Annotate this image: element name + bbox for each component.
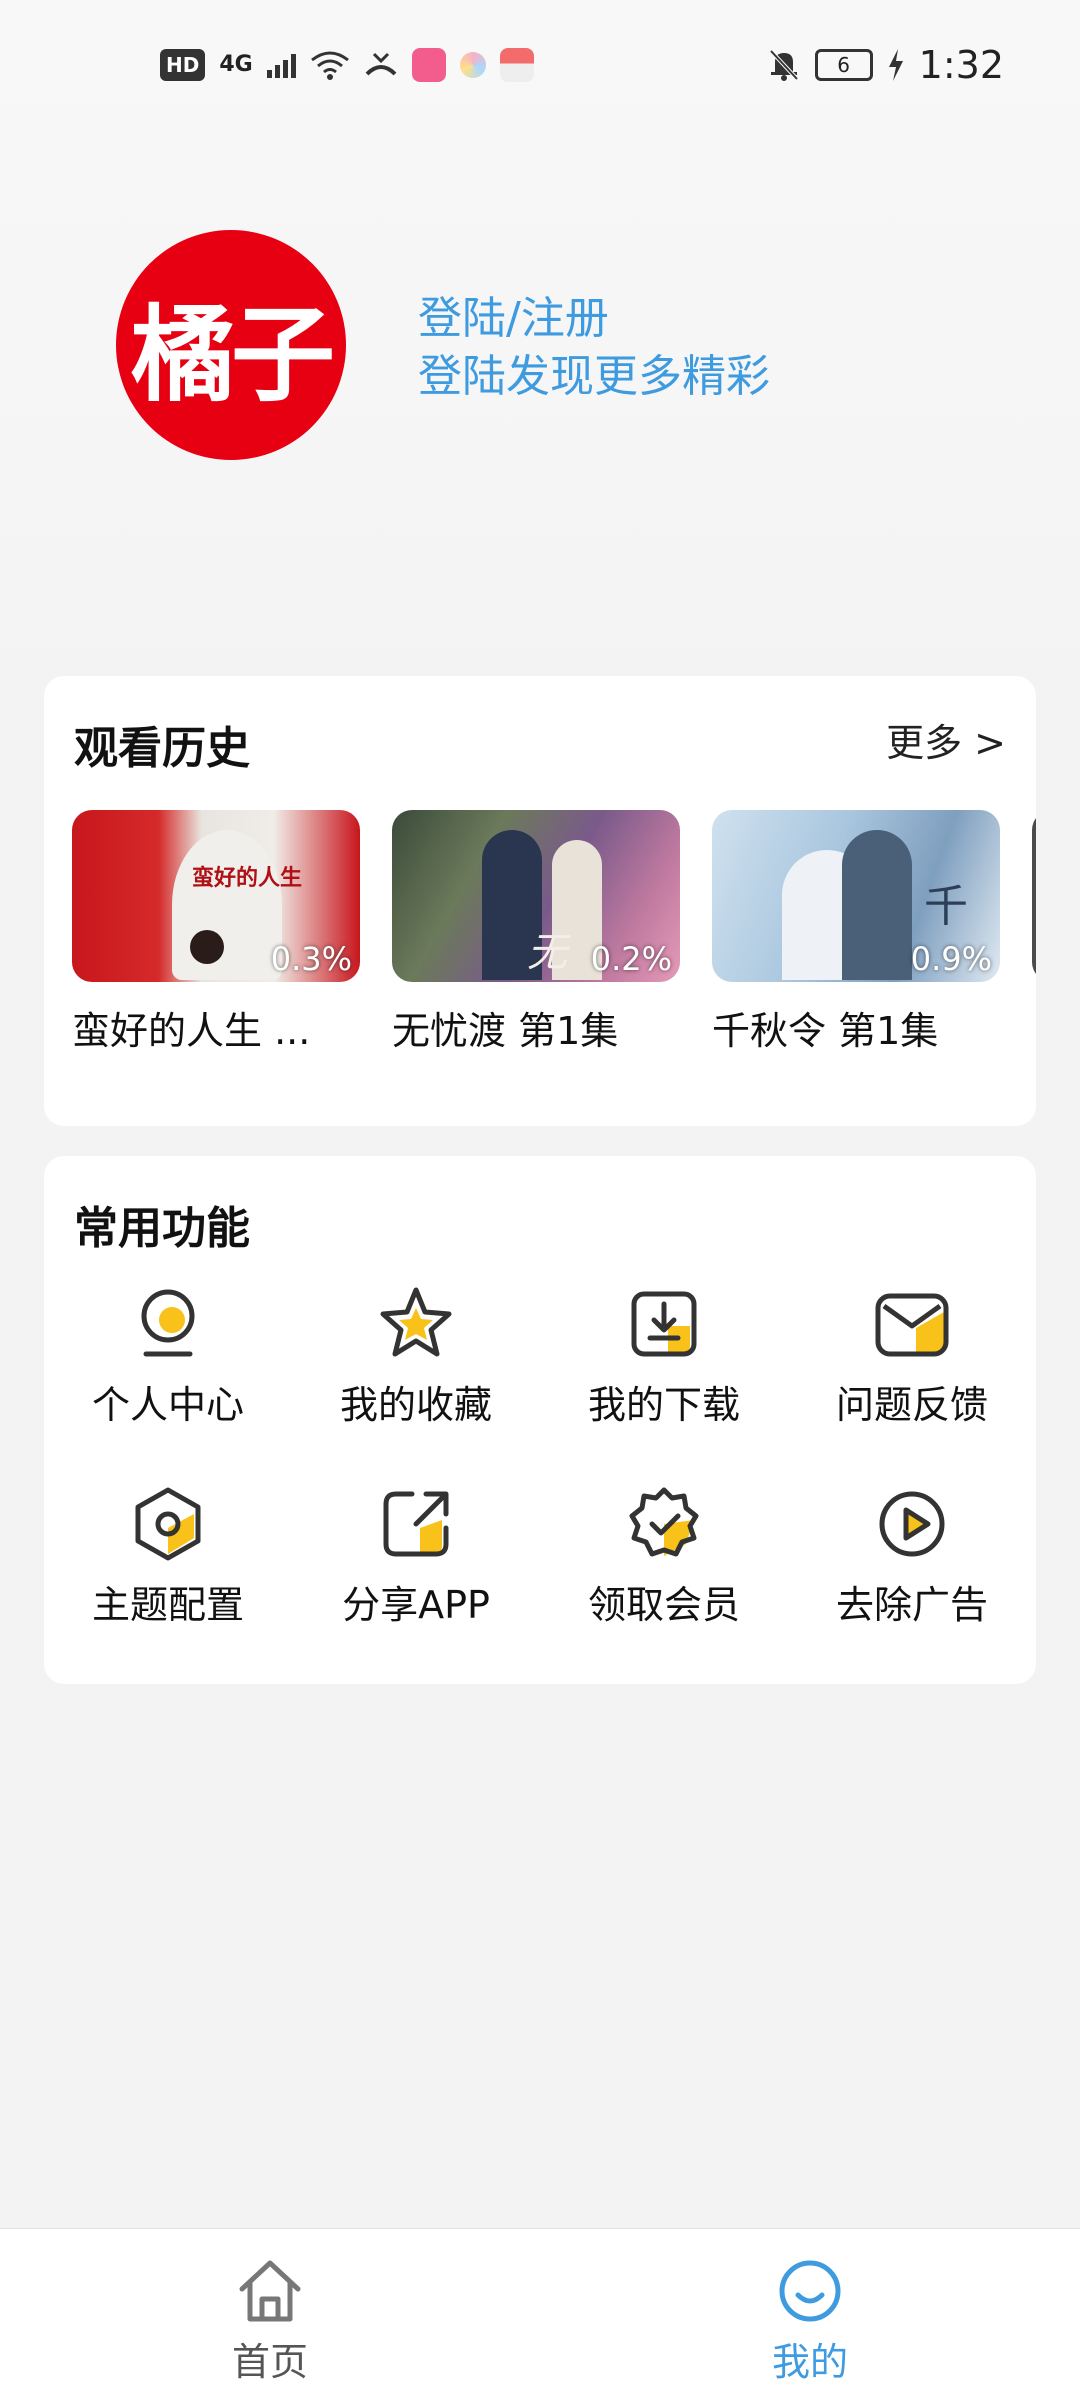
function-label: 问题反馈 [835,1383,988,1427]
login-hint-text: 登陆发现更多精彩 [418,351,770,402]
mail-icon [875,1293,949,1357]
history-title: 以 [1032,1000,1036,1055]
history-item[interactable]: 无 0.2% 无忧渡 第1集 [392,810,680,1070]
login-link[interactable]: 登陆/注册 登陆发现更多精彩 [418,290,770,406]
function-favorites[interactable]: 我的收藏 [292,1284,540,1432]
history-item[interactable]: 蛮好的人生 0.3% 蛮好的人生 ... [72,810,360,1070]
share-icon [383,1491,449,1557]
function-label: 我的下载 [587,1383,740,1427]
smile-icon [779,2260,841,2322]
home-icon [239,2260,301,2322]
nav-item-home[interactable]: 首页 [0,2229,540,2400]
status-bar-left: HD 4G [160,48,534,82]
function-share-app[interactable]: 分享APP [292,1484,540,1632]
watch-history-card: 观看历史 更多 > 蛮好的人生 0.3% 蛮好的人生 ... 无 0.2% 无忧… [44,676,1036,1126]
star-icon [380,1287,452,1357]
nav-label: 首页 [231,2340,308,2384]
hd-icon: HD [160,49,206,81]
history-progress: 0.3% [270,940,352,978]
app-logo[interactable]: 橘子 [116,230,346,460]
download-icon [631,1291,697,1357]
box-app-icon [499,48,534,82]
history-title: 蛮好的人生 ... [72,1009,311,1053]
function-label: 去除广告 [835,1583,988,1627]
network-type-label: 4G [219,52,253,77]
history-title: 无忧渡 第1集 [392,1009,619,1053]
status-bar: HD 4G 6 1:32 [0,0,1080,130]
app-logo-text: 橘子 [130,293,335,416]
bottom-navigation: 首页 我的 [0,2228,1080,2400]
function-label: 我的收藏 [339,1383,492,1427]
watch-history-title: 观看历史 [74,723,250,774]
common-functions-title: 常用功能 [74,1203,250,1254]
clock: 1:32 [918,43,1004,87]
wifi-icon [310,51,349,80]
function-user-center[interactable]: 个人中心 [44,1284,292,1432]
function-label: 主题配置 [91,1583,244,1627]
screen: HD 4G 6 1:32 橘子 登陆/注册 登陆发现更多精彩 观看历史 更多 >… [0,0,1080,2400]
play-circle-icon [879,1491,945,1557]
function-theme[interactable]: 主题配置 [44,1484,292,1632]
history-thumbnail[interactable]: 蛮好的人生 0.3% [72,810,360,982]
more-history-link[interactable]: 更多 > [886,712,1006,767]
history-thumbnail[interactable] [1032,810,1036,982]
history-title: 千秋令 第1集 [712,1009,939,1053]
colorful-app-icon [459,52,486,78]
function-label: 领取会员 [587,1583,740,1627]
function-get-membership[interactable]: 领取会员 [540,1484,788,1632]
history-list[interactable]: 蛮好的人生 0.3% 蛮好的人生 ... 无 0.2% 无忧渡 第1集 千 0.… [72,810,1036,1070]
history-item[interactable]: 以 [1032,810,1036,1070]
history-progress: 0.2% [590,940,672,978]
charging-icon [888,49,903,81]
missed-call-icon [365,52,397,76]
nav-item-mine[interactable]: 我的 [540,2229,1080,2400]
battery-level: 6 [837,53,851,77]
function-label: 分享APP [342,1583,490,1627]
mute-bell-icon [769,49,799,81]
login-register-text: 登陆/注册 [418,293,609,344]
user-center-icon [141,1289,195,1357]
history-thumbnail[interactable]: 无 0.2% [392,810,680,982]
signal-icon [266,52,296,78]
history-thumbnail[interactable]: 千 0.9% [712,810,1000,982]
battery-icon: 6 [814,49,873,81]
function-label: 个人中心 [91,1383,244,1427]
common-functions-card: 常用功能 个人中心 我的收藏 我的下载 问题反馈 主题配置 分享APP 领取会员… [44,1156,1036,1684]
function-remove-ads[interactable]: 去除广告 [788,1484,1036,1632]
theme-icon [135,1487,201,1561]
bilibili-app-icon [411,48,446,82]
function-feedback[interactable]: 问题反馈 [788,1284,1036,1432]
status-bar-right: 6 1:32 [767,43,1004,87]
history-item[interactable]: 千 0.9% 千秋令 第1集 [712,810,1000,1070]
badge-check-icon [629,1487,699,1557]
functions-grid: 个人中心 我的收藏 我的下载 问题反馈 主题配置 分享APP 领取会员 去除广告 [44,1284,1036,1632]
function-downloads[interactable]: 我的下载 [540,1284,788,1432]
history-progress: 0.9% [910,940,992,978]
nav-label: 我的 [771,2340,848,2384]
